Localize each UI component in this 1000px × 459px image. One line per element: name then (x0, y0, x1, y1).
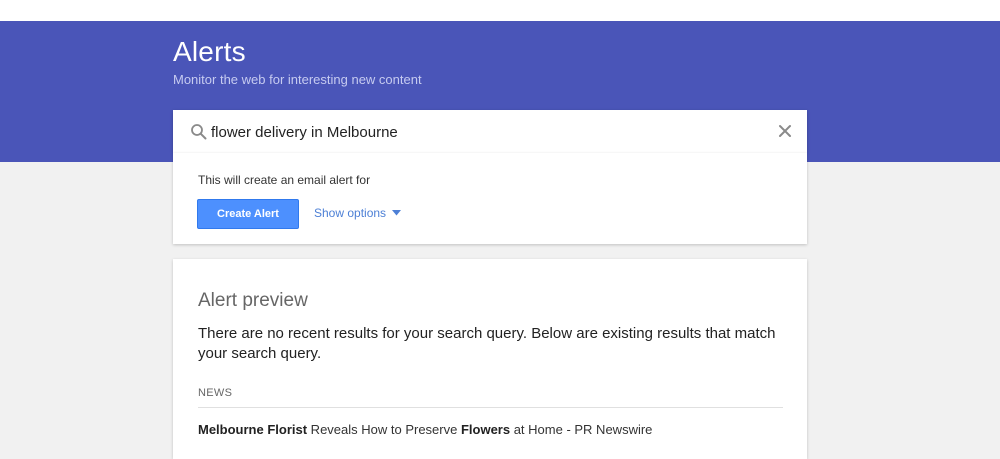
page-subtitle: Monitor the web for interesting new cont… (173, 72, 422, 87)
create-alert-note: This will create an email alert for (198, 173, 371, 187)
news-result-item[interactable]: Melbourne Florist Reveals How to Preserv… (198, 422, 652, 437)
create-alert-button[interactable]: Create Alert (197, 199, 299, 229)
preview-message: There are no recent results for your sea… (198, 325, 776, 362)
news-result-bold-1: Melbourne Florist (198, 422, 308, 437)
news-result-bold-3: Flowers (460, 422, 511, 437)
caret-down-icon (392, 210, 402, 216)
search-input[interactable] (211, 120, 771, 144)
news-result-text-4: at Home - PR Newswire (510, 422, 653, 437)
section-divider (198, 407, 783, 408)
show-options-label: Show options (314, 206, 387, 220)
news-result-text-2: Reveals How to Preserve (307, 422, 461, 437)
page-title: Alerts (173, 36, 246, 67)
news-section-label: NEWS (198, 387, 233, 399)
preview-title: Alert preview (198, 290, 308, 311)
top-strip (0, 0, 1000, 21)
show-options-link[interactable]: Show options (314, 206, 402, 220)
close-icon[interactable] (777, 123, 793, 139)
alert-options-card: This will create an email alert for Crea… (173, 153, 807, 244)
alert-preview-card: Alert preview There are no recent result… (173, 259, 807, 459)
search-icon (191, 124, 207, 140)
search-box[interactable] (173, 110, 807, 153)
